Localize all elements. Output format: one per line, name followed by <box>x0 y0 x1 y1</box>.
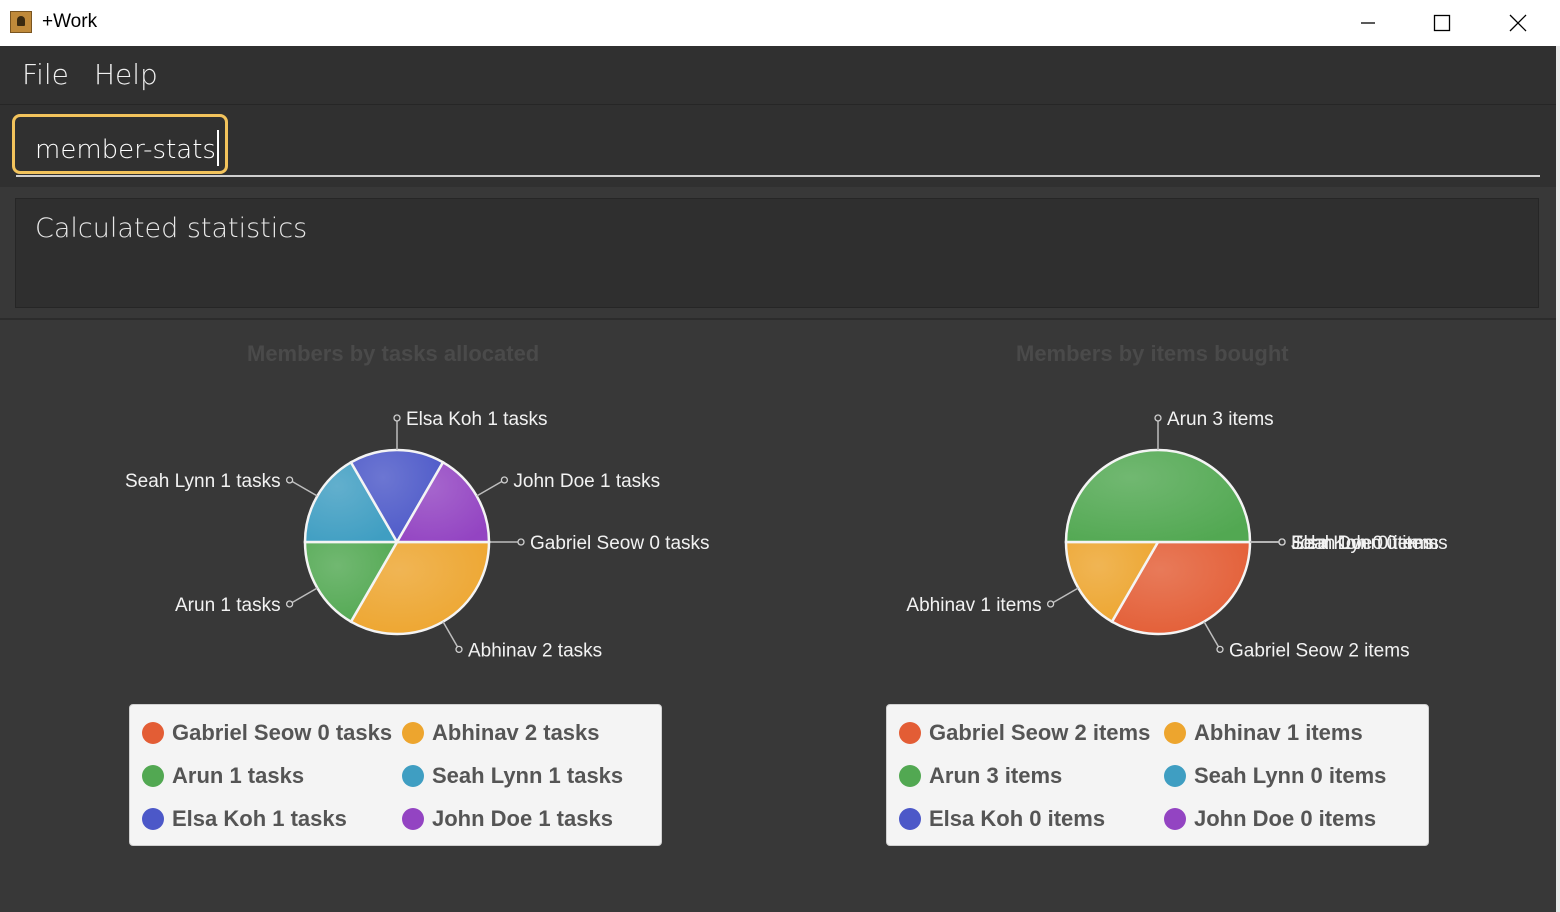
legend-label: Arun 1 tasks <box>172 763 305 788</box>
legend-item: Abhinav 2 tasks <box>402 718 600 748</box>
pie-label: Gabriel Seow 2 items <box>1203 621 1410 661</box>
legend-color-dot <box>899 808 921 830</box>
legend-item: Arun 3 items <box>899 761 1062 791</box>
legend-label: Elsa Koh 1 tasks <box>172 806 347 831</box>
svg-text:John Doe 1 tasks: John Doe 1 tasks <box>513 471 660 492</box>
legend-color-dot <box>1164 808 1186 830</box>
legend-label: Abhinav 2 tasks <box>432 720 600 745</box>
legend-label: Seah Lynn 0 items <box>1194 763 1387 788</box>
pie-label: Gabriel Seow 0 tasks <box>489 533 710 554</box>
legend-label: John Doe 0 items <box>1194 806 1377 831</box>
svg-text:John Doe 0 items: John Doe 0 items <box>1291 533 1439 554</box>
svg-text:Arun 1 tasks: Arun 1 tasks <box>175 595 281 616</box>
legend-item: Seah Lynn 1 tasks <box>402 761 623 791</box>
legend-color-dot <box>402 765 424 787</box>
legend-color-dot <box>142 808 164 830</box>
legend-item: Elsa Koh 0 items <box>899 804 1105 834</box>
legend-items: Gabriel Seow 2 items Abhinav 1 items Arun … <box>886 704 1429 846</box>
legend-item: Gabriel Seow 0 tasks <box>142 718 392 748</box>
svg-text:Gabriel Seow 2 items: Gabriel Seow 2 items <box>1229 640 1410 661</box>
legend-item: John Doe 1 tasks <box>402 804 613 834</box>
pie-label: Abhinav 1 items <box>906 587 1079 616</box>
legend-label: Elsa Koh 0 items <box>929 806 1106 831</box>
legend-color-dot <box>1164 722 1186 744</box>
legend-label: Gabriel Seow 0 tasks <box>172 720 393 745</box>
svg-text:Seah Lynn 1 tasks: Seah Lynn 1 tasks <box>125 471 281 492</box>
window-edge <box>1556 46 1560 912</box>
legend-color-dot <box>402 722 424 744</box>
legend-label: Abhinav 1 items <box>1194 720 1363 745</box>
legend-color-dot <box>402 808 424 830</box>
pie-label: John Doe 1 tasks <box>476 471 660 497</box>
legend-label: John Doe 1 tasks <box>432 806 613 831</box>
legend-color-dot <box>899 765 921 787</box>
legend-label: Arun 3 items <box>929 763 1063 788</box>
pie-label: Seah Lynn 1 tasks <box>125 471 318 497</box>
legend-tasks: Gabriel Seow 0 tasks Abhinav 2 tasks Arun … <box>129 704 662 846</box>
legend-item: Gabriel Seow 2 items <box>899 718 1150 748</box>
pie-label: Abhinav 2 tasks <box>442 621 602 661</box>
svg-text:Gabriel Seow 0 tasks: Gabriel Seow 0 tasks <box>530 533 710 554</box>
legend-item: Abhinav 1 items <box>1164 718 1363 748</box>
legend-color-dot <box>142 765 164 787</box>
legend-item: Elsa Koh 1 tasks <box>142 804 347 834</box>
legend-color-dot <box>1164 765 1186 787</box>
svg-text:Abhinav 2 tasks: Abhinav 2 tasks <box>468 640 602 661</box>
legend-color-dot <box>142 722 164 744</box>
legend-item: Seah Lynn 0 items <box>1164 761 1386 791</box>
legend-item: Arun 1 tasks <box>142 761 304 791</box>
legend-label: Seah Lynn 1 tasks <box>432 763 624 788</box>
legend-item: John Doe 0 items <box>1164 804 1376 834</box>
legend-label: Gabriel Seow 2 items <box>929 720 1151 745</box>
svg-text:Arun 3 items: Arun 3 items <box>1167 409 1274 430</box>
legend-color-dot <box>899 722 921 744</box>
pie-label: Arun 3 items <box>1154 409 1274 450</box>
pie-label: John Doe 0 items <box>1250 533 1439 554</box>
pie-slice <box>1064 448 1252 544</box>
pie-label: Arun 1 tasks <box>175 587 318 616</box>
svg-text:Abhinav 1 items: Abhinav 1 items <box>906 595 1041 616</box>
pie-label: Elsa Koh 1 tasks <box>393 409 548 450</box>
svg-text:Elsa Koh 1 tasks: Elsa Koh 1 tasks <box>406 409 548 430</box>
